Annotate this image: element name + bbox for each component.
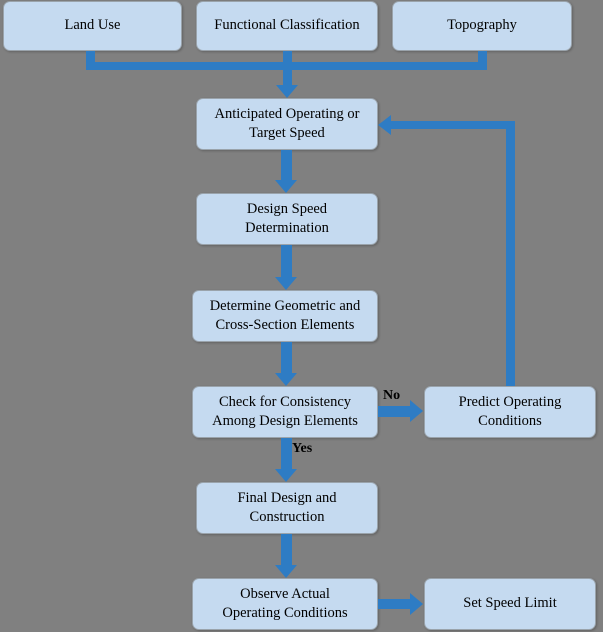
arrowhead-check-to-predict	[410, 400, 423, 422]
node-predict-operating[interactable]: Predict Operating Conditions	[424, 386, 596, 438]
connector-design-to-geometric	[281, 245, 292, 279]
node-geometric-elements[interactable]: Determine Geometric and Cross-Section El…	[192, 290, 378, 342]
connector-check-to-final	[281, 438, 292, 471]
edge-label-no: No	[383, 388, 401, 403]
connector-feedback-horizontal	[391, 121, 515, 129]
arrowhead-design-to-geometric	[275, 277, 297, 290]
node-design-speed[interactable]: Design Speed Determination	[196, 193, 378, 245]
arrowhead-observe-to-speed-limit	[410, 593, 423, 615]
connector-check-to-predict	[378, 406, 412, 417]
node-functional-classification[interactable]: Functional Classification	[196, 1, 378, 51]
arrowhead-final-to-observe	[275, 565, 297, 578]
node-final-design[interactable]: Final Design and Construction	[196, 482, 378, 534]
node-set-speed-limit-label: Set Speed Limit	[463, 595, 557, 612]
node-topography-label: Topography	[447, 17, 517, 34]
node-check-consistency[interactable]: Check for Consistency Among Design Eleme…	[192, 386, 378, 438]
connector-observe-to-speed-limit	[378, 599, 412, 609]
node-land-use-label: Land Use	[64, 17, 121, 34]
connector-functional-stub	[283, 51, 292, 87]
arrowhead-geometric-to-check	[275, 373, 297, 386]
edge-label-yes: Yes	[292, 441, 313, 456]
node-final-design-label: Final Design and Construction	[237, 489, 337, 525]
connector-feedback-vertical	[506, 121, 515, 386]
node-check-consistency-label: Check for Consistency Among Design Eleme…	[212, 393, 358, 429]
arrowhead-merge-to-anticipated	[276, 85, 298, 98]
flowchart-canvas: Land Use Functional Classification Topog…	[0, 0, 603, 632]
node-anticipated-speed[interactable]: Anticipated Operating or Target Speed	[196, 98, 378, 150]
connector-anticipated-to-design	[281, 150, 292, 183]
node-observe-actual-label: Observe Actual Operating Conditions	[222, 585, 348, 621]
node-design-speed-label: Design Speed Determination	[245, 200, 329, 236]
node-functional-classification-label: Functional Classification	[214, 17, 360, 34]
node-topography[interactable]: Topography	[392, 1, 572, 51]
node-observe-actual[interactable]: Observe Actual Operating Conditions	[192, 578, 378, 630]
arrowhead-anticipated-to-design	[275, 180, 297, 193]
arrowhead-feedback-to-anticipated	[378, 115, 391, 135]
node-set-speed-limit[interactable]: Set Speed Limit	[424, 578, 596, 630]
connector-final-to-observe	[281, 534, 292, 567]
node-anticipated-speed-label: Anticipated Operating or Target Speed	[214, 105, 360, 141]
connector-geometric-to-check	[281, 342, 292, 375]
node-geometric-elements-label: Determine Geometric and Cross-Section El…	[209, 297, 361, 333]
node-predict-operating-label: Predict Operating Conditions	[458, 393, 562, 429]
node-land-use[interactable]: Land Use	[3, 1, 182, 51]
arrowhead-check-to-final	[275, 469, 297, 482]
